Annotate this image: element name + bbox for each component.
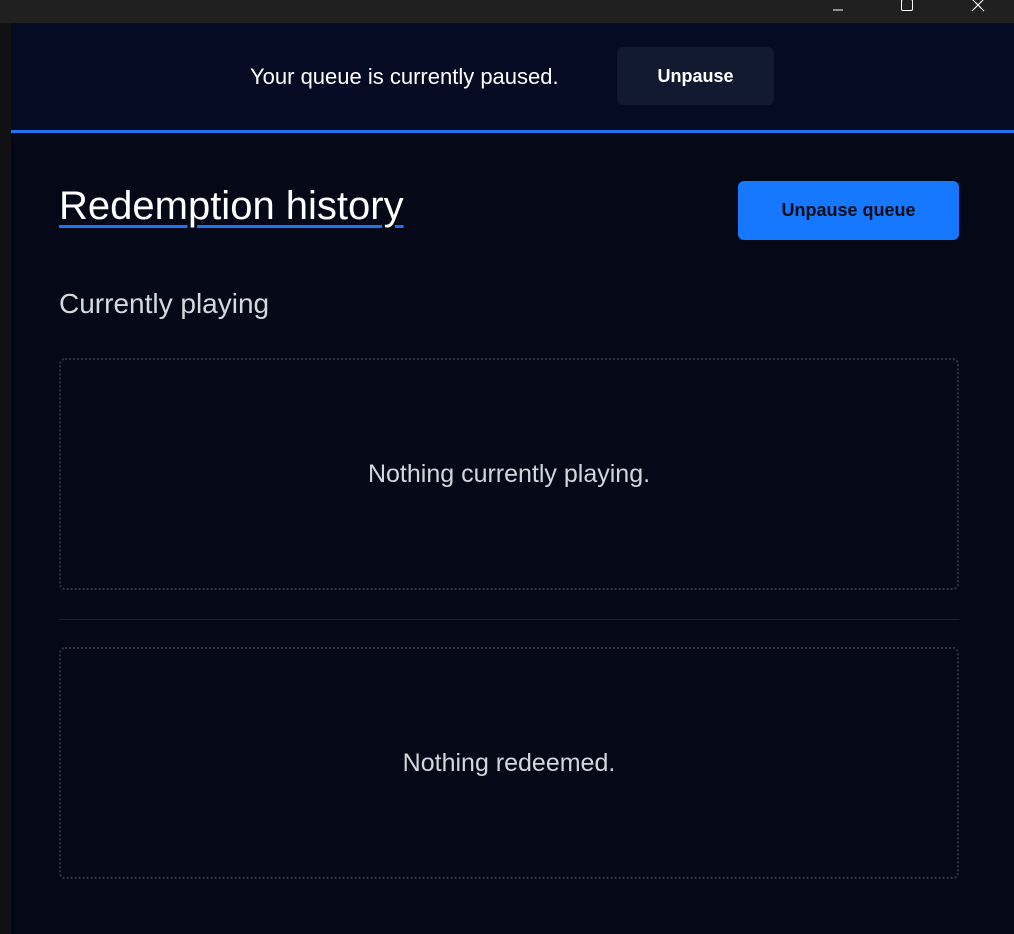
redemption-history-panel: Nothing redeemed. xyxy=(59,647,959,879)
minimize-icon xyxy=(832,0,844,11)
section-divider xyxy=(59,619,959,620)
unpause-button[interactable]: Unpause xyxy=(617,47,774,105)
currently-playing-empty-message: Nothing currently playing. xyxy=(367,460,651,488)
minimize-button[interactable] xyxy=(815,0,861,20)
currently-playing-heading: Currently playing xyxy=(59,288,270,319)
maximize-button[interactable] xyxy=(884,0,930,20)
close-button[interactable] xyxy=(955,0,1001,20)
maximize-icon xyxy=(900,0,914,12)
app-content: Your queue is currently paused. Unpause … xyxy=(11,23,1014,934)
page-title[interactable]: Redemption history xyxy=(59,183,404,229)
redemption-history-empty-message: Nothing redeemed. xyxy=(402,749,616,777)
paused-queue-message: Your queue is currently paused. xyxy=(250,64,559,89)
currently-playing-panel: Nothing currently playing. xyxy=(59,358,959,590)
window-left-edge xyxy=(0,23,11,934)
close-icon xyxy=(971,0,985,12)
unpause-queue-button[interactable]: Unpause queue xyxy=(738,181,959,240)
window-titlebar xyxy=(0,0,1014,23)
paused-queue-banner: Your queue is currently paused. Unpause xyxy=(11,23,1014,133)
